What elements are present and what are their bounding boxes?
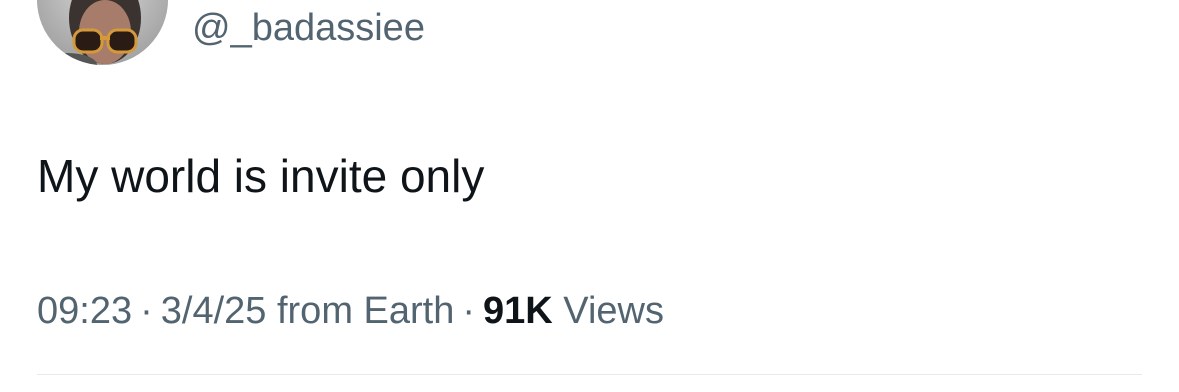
author-handle[interactable]: @_badassiee (192, 6, 425, 50)
views-count[interactable]: 91K (483, 290, 553, 332)
views-label[interactable]: Views (563, 290, 664, 332)
meta-separator: · (140, 290, 153, 332)
meta-separator: · (462, 290, 476, 332)
tweet-text: My world is invite only (37, 150, 485, 202)
tweet-date[interactable]: 3/4/25 (161, 290, 267, 332)
tweet-meta: 09:23 · 3/4/25 from Earth · 91K Views (37, 288, 664, 334)
avatar-photo (37, 0, 168, 65)
tweet-source: from Earth (276, 290, 455, 332)
tweet-time[interactable]: 09:23 (37, 290, 132, 332)
avatar[interactable] (37, 0, 168, 65)
divider (37, 374, 1142, 375)
